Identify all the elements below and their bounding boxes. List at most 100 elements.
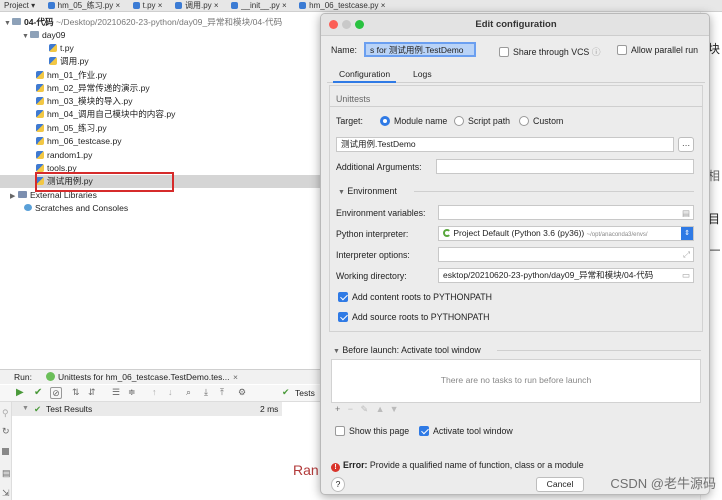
python-file-icon — [47, 2, 55, 9]
tree-file[interactable]: hm_05_练习.py — [36, 122, 107, 135]
collapse-all-icon[interactable]: ≑ — [128, 387, 136, 398]
layout-icon[interactable]: ▤ — [2, 468, 11, 479]
tab-logs[interactable]: Logs — [407, 66, 438, 83]
tree-file[interactable]: hm_03_模块的导入.py — [36, 95, 133, 108]
help-icon[interactable]: ⓘ — [592, 47, 601, 57]
tree-file[interactable]: 调用.py — [49, 55, 89, 68]
folder-icon[interactable]: ▭ — [682, 269, 690, 282]
help-button[interactable]: ? — [331, 477, 345, 492]
tree-file[interactable]: hm_06_testcase.py — [36, 135, 122, 148]
tree-file[interactable]: hm_04_调用自己模块中的内容.py — [36, 108, 175, 121]
stop-icon[interactable] — [2, 448, 9, 455]
tree-root-folder[interactable]: ▼ 04-代码 ~/Desktop/20210620-23-python/day0… — [4, 16, 282, 29]
expand-icon[interactable]: ⤢ — [683, 248, 690, 261]
pin-icon[interactable]: ⇲ — [2, 488, 10, 499]
allow-parallel-checkbox[interactable]: Allow parallel run — [617, 45, 698, 55]
tree-scratches[interactable]: Scratches and Consoles — [24, 202, 128, 215]
chevron-down-icon[interactable]: ▼ — [22, 402, 29, 416]
editor-tab[interactable]: __init__.py × — [227, 0, 293, 11]
expand-all-icon[interactable]: ☰ — [112, 387, 120, 398]
next-failed-icon[interactable]: ↓ — [168, 387, 173, 397]
tree-file[interactable]: hm_01_作业.py — [36, 69, 107, 82]
tree-file[interactable]: random1.py — [36, 149, 92, 162]
run-tab[interactable]: Unittests for hm_06_testcase.TestDemo.te… — [58, 370, 230, 384]
radio-icon[interactable] — [519, 116, 529, 126]
python-file-icon — [36, 97, 44, 105]
test-results-row[interactable]: ▼ ✔ Test Results 2 ms — [12, 402, 282, 416]
share-vcs-checkbox[interactable]: Share through VCS ⓘ — [499, 45, 601, 58]
test-duration: 2 ms — [260, 404, 279, 414]
working-dir-input[interactable]: esktop/20210620-23-python/day09_异常和模块/04… — [438, 268, 694, 283]
chevron-down-icon[interactable]: ▼ — [333, 348, 340, 355]
python-file-icon — [132, 2, 140, 9]
tree-folder-day09[interactable]: ▼ day09 — [22, 29, 65, 42]
sort-duration-icon[interactable]: ⇵ — [88, 387, 96, 398]
additional-args-input[interactable] — [436, 159, 694, 174]
restore-icon[interactable]: ↻ — [2, 426, 10, 437]
run-tool-bar: Run: Unittests for hm_06_testcase.TestDe… — [0, 369, 322, 384]
prev-failed-icon[interactable]: ↑ — [152, 387, 157, 397]
dropdown-arrow-icon[interactable]: ⇕ — [681, 227, 693, 240]
check-icon: ✔ — [34, 404, 42, 414]
python-file-icon — [299, 2, 307, 9]
move-down-icon[interactable]: ▼ — [390, 404, 399, 414]
gear-icon[interactable]: ⚙ — [238, 387, 246, 398]
document-icon[interactable]: ▤ — [682, 207, 690, 219]
interpreter-options-input[interactable]: ⤢ — [438, 247, 694, 262]
editor-tab[interactable]: hm_06_testcase.py × — [295, 0, 391, 11]
sort-alpha-icon[interactable]: ⇅ — [72, 387, 80, 398]
activate-tool-window-checkbox[interactable]: Activate tool window — [419, 426, 513, 436]
target-custom-radio[interactable]: Custom — [519, 116, 563, 126]
add-source-roots-checkbox[interactable]: Add source roots to PYTHONPATH — [338, 312, 490, 322]
checkbox-icon[interactable] — [419, 426, 429, 436]
chevron-right-icon[interactable]: ▶ — [10, 190, 18, 203]
editor-tab[interactable]: 调用.py × — [171, 0, 225, 11]
search-icon[interactable]: ⌕ — [186, 387, 191, 398]
rerun-icon[interactable]: ▶ — [16, 387, 24, 398]
interpreter-select[interactable]: Project Default (Python 3.6 (py36)) ~/op… — [438, 226, 694, 241]
add-icon[interactable]: + — [335, 404, 340, 414]
show-page-checkbox[interactable]: Show this page — [335, 426, 409, 436]
editor-tab[interactable]: hm_05_练习.py × — [44, 0, 126, 11]
radio-icon[interactable] — [380, 116, 390, 126]
editor-tab[interactable]: t.py × — [129, 0, 169, 11]
radio-icon[interactable] — [454, 116, 464, 126]
checkbox-icon[interactable] — [335, 426, 345, 436]
move-up-icon[interactable]: ▲ — [376, 404, 385, 414]
wrench-icon[interactable]: ⚲ — [2, 408, 9, 419]
chevron-down-icon[interactable]: ▼ — [338, 189, 345, 196]
python-file-icon — [36, 151, 44, 159]
name-input[interactable]: s for 测试用例.TestDemo — [364, 42, 476, 57]
checkbox-icon[interactable] — [617, 45, 627, 55]
environment-section[interactable]: ▼ Environment — [338, 186, 397, 196]
error-icon: ! — [331, 463, 340, 472]
chevron-down-icon[interactable]: ▼ — [4, 17, 12, 30]
python-file-icon — [36, 124, 44, 132]
edit-icon[interactable]: ✎ — [361, 404, 369, 414]
target-input[interactable]: 测试用例.TestDemo — [336, 137, 674, 152]
tests-status: Tests — [295, 388, 315, 398]
checkbox-icon[interactable] — [499, 47, 509, 57]
tree-file[interactable]: hm_02_异常传递的演示.py — [36, 82, 150, 95]
tree-file[interactable]: t.py — [49, 42, 74, 55]
checkbox-icon[interactable] — [338, 312, 348, 322]
checkbox-icon[interactable] — [338, 292, 348, 302]
import-icon[interactable]: ⤒ — [220, 387, 224, 398]
remove-icon[interactable]: − — [348, 404, 353, 414]
tab-configuration[interactable]: Configuration — [333, 66, 397, 83]
target-module-name-radio[interactable]: Module name — [380, 116, 447, 126]
chevron-down-icon[interactable]: ▼ — [22, 30, 30, 43]
project-view-selector[interactable]: Project ▾ — [0, 0, 41, 11]
browse-button[interactable]: … — [678, 137, 694, 152]
add-content-roots-checkbox[interactable]: Add content roots to PYTHONPATH — [338, 292, 492, 302]
empty-tasks-text: There are no tasks to run before launch — [440, 375, 592, 385]
show-ignored-icon[interactable]: ⊘ — [50, 387, 62, 399]
show-passed-icon[interactable]: ✔ — [34, 387, 42, 398]
target-script-path-radio[interactable]: Script path — [454, 116, 510, 126]
env-vars-input[interactable]: ▤ — [438, 205, 694, 220]
export-icon[interactable]: ⤓ — [204, 387, 208, 398]
cancel-button[interactable]: Cancel — [536, 477, 584, 492]
target-label: Target: — [336, 116, 363, 126]
before-launch-section[interactable]: ▼ Before launch: Activate tool window — [333, 345, 481, 355]
close-icon[interactable]: × — [233, 370, 238, 384]
